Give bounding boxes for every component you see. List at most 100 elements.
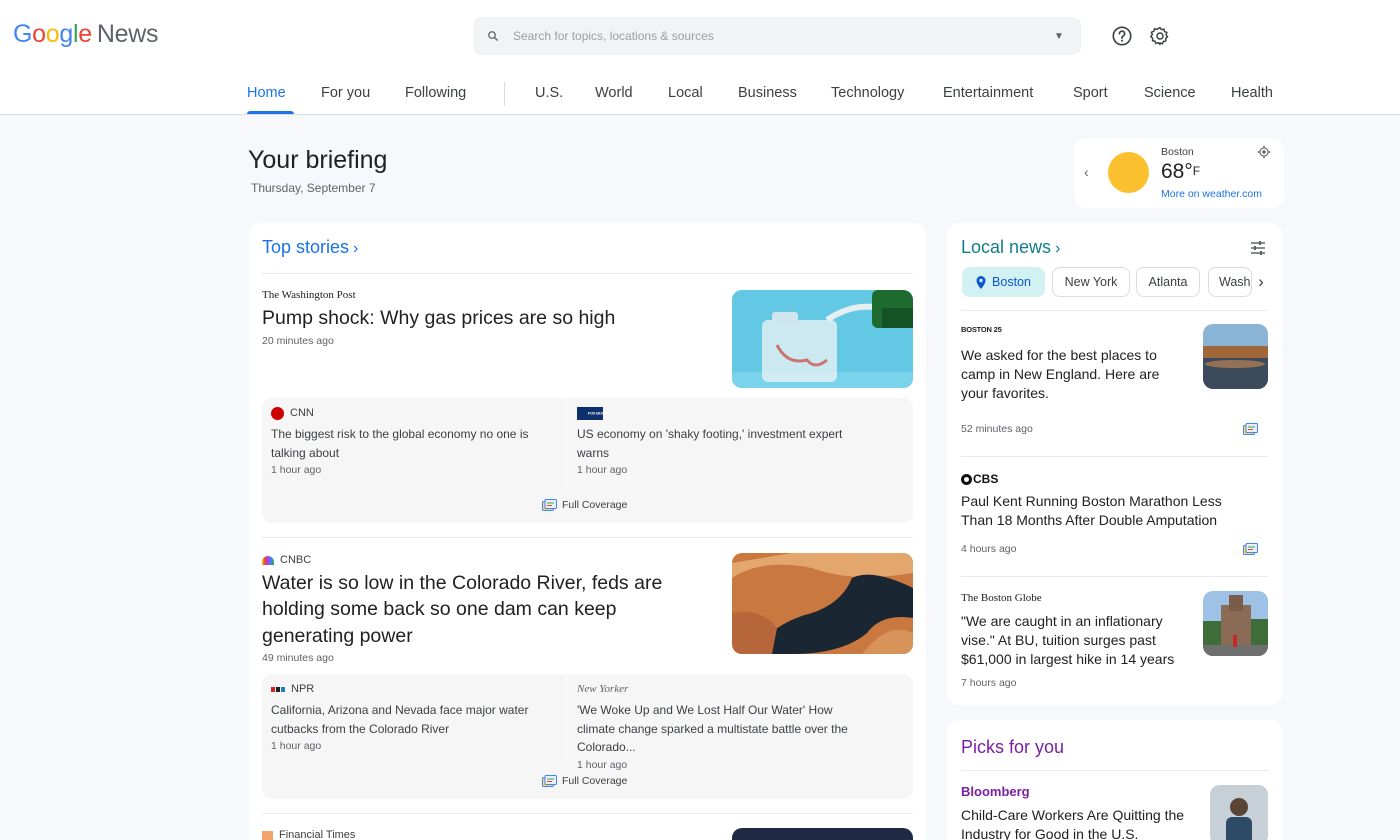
weather-prev-arrow-icon[interactable]: ‹ [1084, 164, 1089, 180]
related-headline[interactable]: California, Arizona and Nevada face majo… [271, 701, 551, 738]
full-coverage-button[interactable]: Full Coverage [542, 499, 627, 511]
source-name: CBS [973, 472, 999, 486]
weather-temperature: 68°F [1161, 160, 1200, 184]
tab-sport[interactable]: Sport [1073, 85, 1108, 101]
related-story[interactable]: New Yorker 'We Woke Up and We Lost Half … [577, 682, 857, 771]
search-options-dropdown-icon[interactable]: ▼ [1037, 31, 1081, 42]
cnn-logo-icon [271, 406, 284, 420]
source-bloomberg[interactable]: Bloomberg [961, 784, 1030, 799]
page-title: Your briefing [248, 146, 388, 174]
top-stories-heading[interactable]: Top stories › [262, 237, 358, 258]
full-coverage-button[interactable]: Full Coverage [542, 775, 627, 787]
related-headline[interactable]: 'We Woke Up and We Lost Half Our Water' … [577, 701, 857, 757]
picks-headline[interactable]: Child-Care Workers Are Quitting the Indu… [961, 806, 1206, 840]
full-coverage-icon [542, 775, 557, 787]
tab-technology[interactable]: Technology [831, 85, 904, 101]
related-coverage-box: CNN The biggest risk to the global econo… [262, 398, 913, 523]
top-stories-title: Top stories [262, 237, 350, 257]
source-fox-business[interactable]: FOX BUSINESS [577, 406, 857, 420]
related-story[interactable]: FOX BUSINESS US economy on 'shaky footin… [577, 406, 857, 476]
related-story[interactable]: NPR California, Arizona and Nevada face … [271, 682, 551, 752]
source-npr[interactable]: NPR [271, 682, 551, 696]
source-new-yorker[interactable]: New Yorker [577, 682, 857, 696]
picks-thumbnail[interactable] [1210, 785, 1268, 840]
google-news-logo[interactable]: Google News [13, 20, 158, 49]
tab-home[interactable]: Home [247, 85, 286, 101]
section-nav: Home For you Following U.S. World Local … [0, 78, 1400, 115]
help-icon[interactable] [1110, 24, 1134, 48]
weather-link[interactable]: More on weather.com [1161, 188, 1262, 200]
npr-logo-icon [271, 686, 285, 692]
full-coverage-label: Full Coverage [562, 499, 628, 511]
source-cbs[interactable]: CBS [961, 472, 998, 486]
sunny-weather-icon [1108, 152, 1149, 193]
story-thumbnail-colorado-river[interactable] [732, 553, 913, 654]
local-news-heading[interactable]: Local news › [961, 237, 1060, 258]
local-headline[interactable]: We asked for the best places to camp in … [961, 346, 1186, 403]
tab-us[interactable]: U.S. [535, 85, 563, 101]
related-headline[interactable]: The biggest risk to the global economy n… [271, 425, 551, 462]
tab-world[interactable]: World [595, 85, 633, 101]
search-input[interactable] [513, 29, 1037, 43]
chevron-right-icon: › [1055, 240, 1061, 257]
tab-entertainment[interactable]: Entertainment [943, 85, 1033, 101]
chip-atlanta[interactable]: Atlanta [1136, 267, 1200, 297]
tab-for-you[interactable]: For you [321, 85, 370, 101]
tab-science[interactable]: Science [1144, 85, 1196, 101]
story-headline[interactable]: Pump shock: Why gas prices are so high [262, 305, 702, 331]
source-washington-post[interactable]: The Washington Post [262, 289, 356, 301]
ft-logo-icon [262, 830, 273, 840]
local-headline[interactable]: "We are caught in an inflationary vise."… [961, 612, 1196, 669]
divider [262, 273, 913, 274]
local-thumbnail-camping-lake[interactable] [1203, 324, 1268, 389]
cbs-eye-icon [961, 473, 972, 485]
weather-city: Boston [1161, 146, 1194, 158]
local-thumbnail-bu-campus[interactable] [1203, 591, 1268, 656]
related-headline[interactable]: US economy on 'shaky footing,' investmen… [577, 425, 857, 462]
top-stories-card: Top stories › The Washington Post Pump sh… [249, 223, 926, 840]
full-coverage-icon[interactable] [1243, 542, 1258, 560]
search-bar[interactable]: ▼ [473, 17, 1081, 55]
source-name: NPR [291, 683, 315, 695]
tab-health[interactable]: Health [1231, 85, 1273, 101]
source-name: New Yorker [577, 683, 629, 695]
cnbc-peacock-icon [262, 555, 274, 565]
source-financial-times[interactable]: Financial Times [262, 829, 355, 840]
related-story[interactable]: CNN The biggest risk to the global econo… [271, 406, 551, 476]
local-time: 52 minutes ago [961, 423, 1033, 435]
related-time: 1 hour ago [577, 758, 628, 771]
weather-widget: ‹ Boston 68°F More on weather.com [1074, 138, 1284, 208]
logo-news-text: News [96, 20, 159, 48]
picks-heading[interactable]: Picks for you [961, 737, 1064, 758]
chip-boston[interactable]: Boston [962, 267, 1045, 297]
story-headline[interactable]: Water is so low in the Colorado River, f… [262, 570, 702, 649]
picks-for-you-card: Picks for you Bloomberg Child-Care Worke… [947, 720, 1282, 840]
source-boston-25[interactable]: BOSTON 25 [961, 325, 1002, 334]
chips-scroll-right-icon[interactable]: › [1252, 271, 1270, 293]
settings-gear-icon[interactable] [1148, 24, 1172, 48]
full-coverage-label: Full Coverage [562, 775, 628, 787]
nav-divider [504, 82, 505, 106]
tab-following[interactable]: Following [405, 85, 466, 101]
related-divider [566, 398, 567, 488]
source-boston-globe[interactable]: The Boston Globe [961, 592, 1042, 604]
tab-local[interactable]: Local [668, 85, 703, 101]
full-coverage-icon[interactable] [1243, 422, 1258, 440]
local-headline[interactable]: Paul Kent Running Boston Marathon Less T… [961, 492, 1251, 530]
full-coverage-icon [542, 499, 557, 511]
divider [262, 537, 913, 538]
my-location-icon[interactable] [1257, 145, 1271, 164]
source-cnbc[interactable]: CNBC [262, 554, 311, 566]
filter-sliders-icon[interactable] [1250, 240, 1266, 261]
source-name: FOX BUSINESS [587, 411, 615, 415]
local-news-title: Local news [961, 237, 1052, 257]
chip-washington[interactable]: Washington [1208, 267, 1252, 297]
chip-new-york[interactable]: New York [1052, 267, 1130, 297]
active-tab-indicator [247, 111, 294, 114]
search-icon[interactable] [473, 30, 513, 42]
tab-business[interactable]: Business [738, 85, 797, 101]
divider [961, 576, 1268, 577]
story-thumbnail-gas-pump[interactable] [732, 290, 913, 388]
source-cnn[interactable]: CNN [271, 406, 551, 420]
story-thumbnail[interactable] [732, 828, 913, 840]
